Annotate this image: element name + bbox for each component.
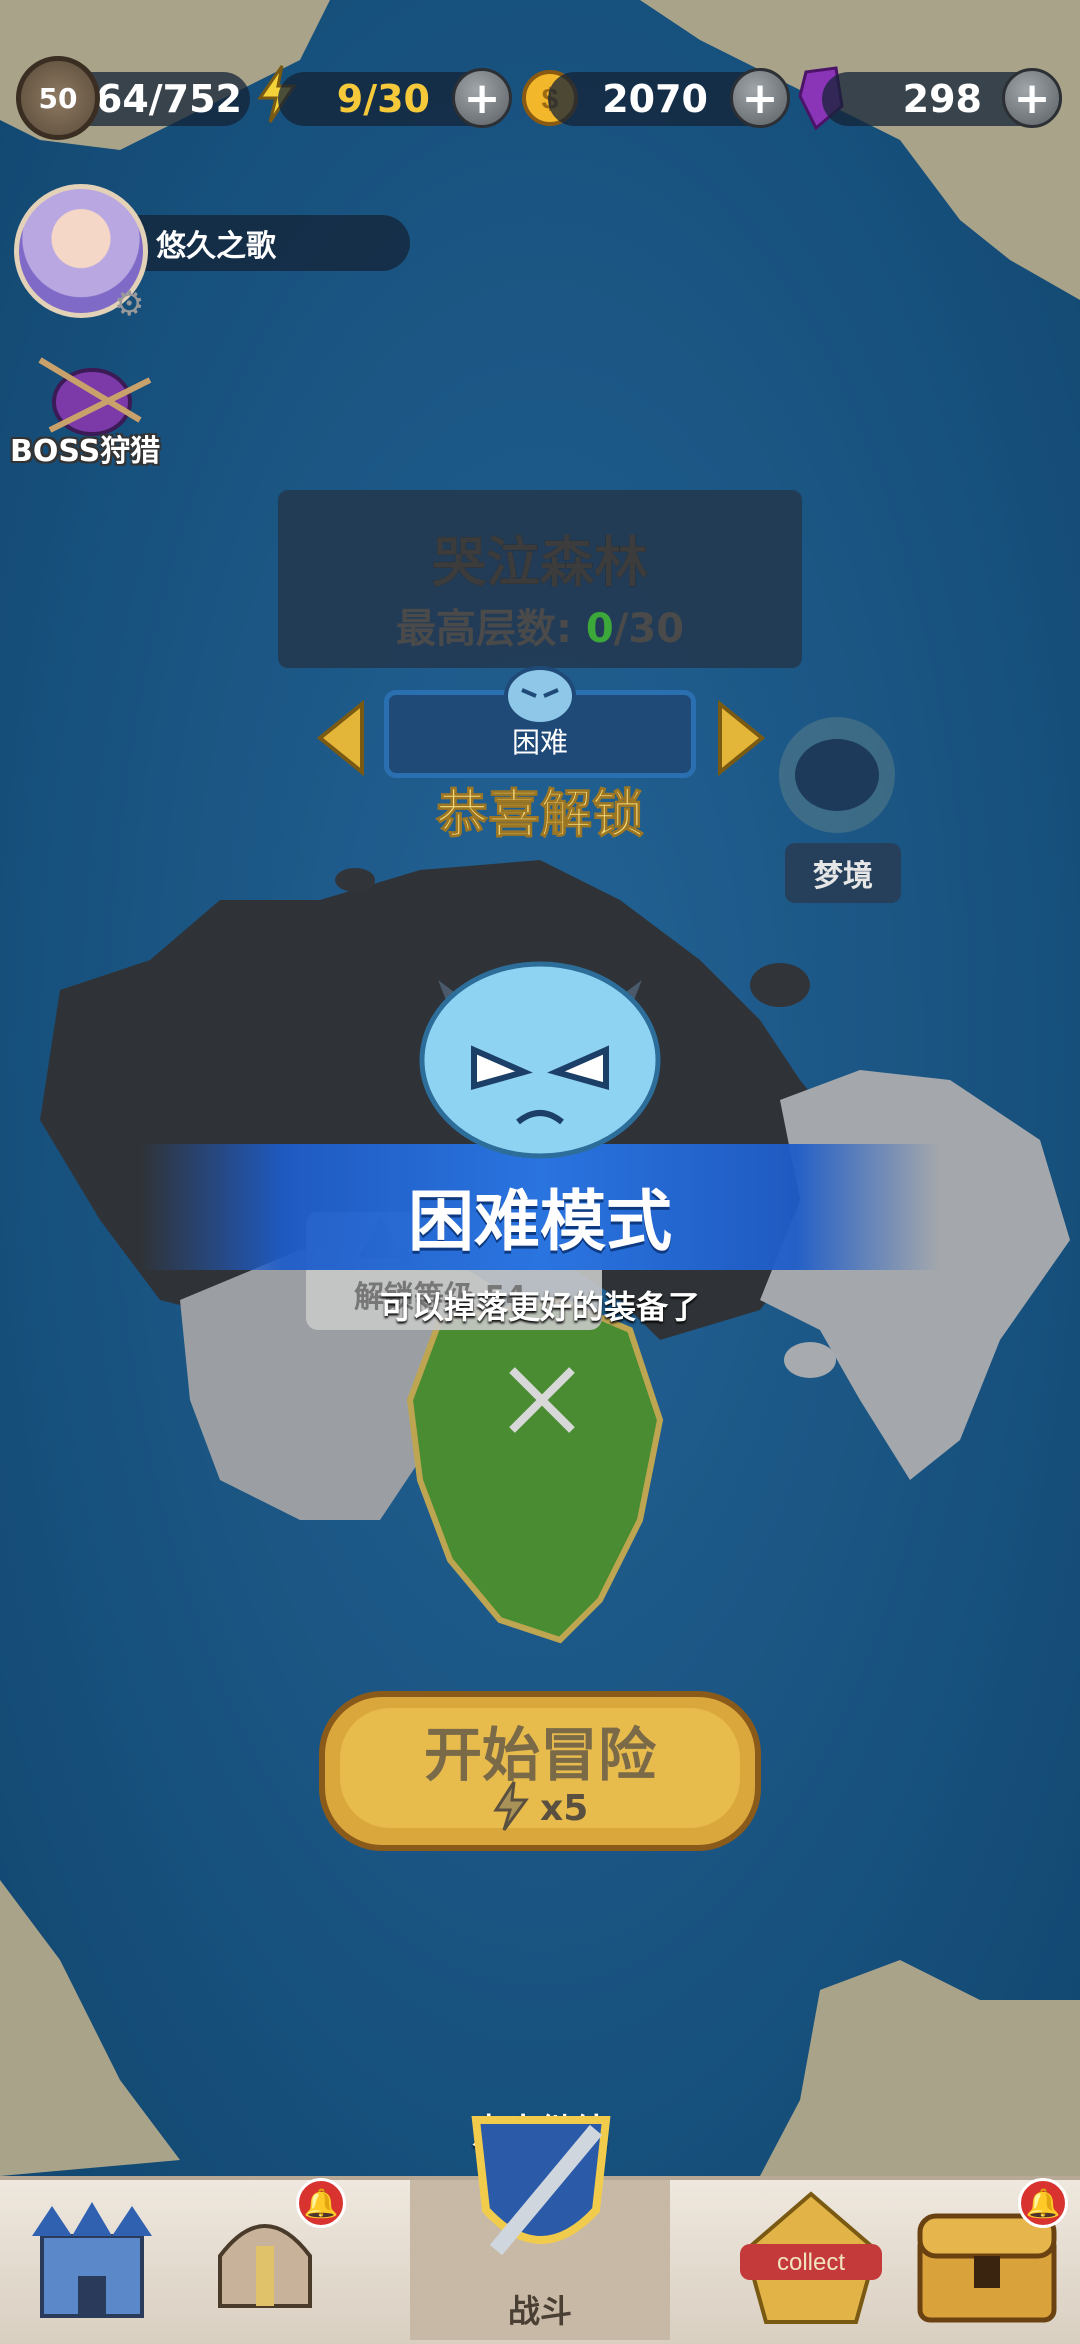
plus-glyph: + bbox=[463, 72, 501, 124]
boss-hunt-label[interactable]: BOSS狩猎 bbox=[10, 426, 160, 470]
unlock-congrats-text: 恭喜解锁 bbox=[435, 785, 644, 846]
gold-value: 2070 bbox=[602, 77, 708, 121]
start-adventure-label: 开始冒险 bbox=[423, 1721, 656, 1789]
energy-value: 9/30 bbox=[336, 77, 430, 121]
collect-label: collect bbox=[777, 2249, 845, 2276]
battle-shield-sword-icon[interactable] bbox=[446, 2090, 636, 2280]
chest-notification-badge: 🔔 bbox=[1018, 2178, 1068, 2228]
player-name-pill[interactable]: 悠久之歌 bbox=[110, 215, 410, 271]
stage-title-panel: 哭泣森林 最高层数: 0/30 bbox=[278, 490, 802, 668]
add-gems-button[interactable]: + bbox=[1002, 68, 1062, 128]
floor-current: 0 bbox=[585, 606, 614, 652]
dream-realm-label[interactable]: 梦境 bbox=[785, 843, 901, 903]
collect-trophy-icon[interactable]: collect bbox=[736, 2190, 886, 2330]
energy-cost-icon bbox=[493, 1781, 529, 1831]
mode-description: 可以掉落更好的装备了 bbox=[379, 1288, 700, 1326]
settings-gear-icon[interactable]: ⚙ bbox=[114, 286, 150, 322]
dream-realm-icon[interactable] bbox=[772, 710, 902, 840]
helmet-notification-badge: 🔔 bbox=[296, 2178, 346, 2228]
player-level: 50 bbox=[38, 81, 78, 115]
player-level-badge: 50 bbox=[16, 56, 100, 140]
plus-glyph: + bbox=[1013, 72, 1051, 124]
mode-title: 困难模式 bbox=[408, 1183, 672, 1260]
next-difficulty-arrow-icon[interactable] bbox=[716, 700, 766, 776]
difficulty-label: 困难 bbox=[511, 726, 568, 759]
max-floor: 最高层数: 0/30 bbox=[278, 596, 802, 654]
add-gold-button[interactable]: + bbox=[730, 68, 790, 128]
gem-value: 298 bbox=[902, 77, 982, 121]
crossed-swords-icon[interactable] bbox=[504, 1362, 580, 1438]
battle-tab-label: 战斗 bbox=[507, 2292, 572, 2330]
max-floor-label: 最高层数: bbox=[395, 606, 572, 652]
stage-name: 哭泣森林 bbox=[432, 531, 648, 594]
angry-slime-icon bbox=[419, 961, 661, 1159]
floor-total: /30 bbox=[613, 606, 685, 652]
hard-mode-slime-icon bbox=[504, 666, 576, 726]
plus-glyph: + bbox=[741, 72, 779, 124]
add-energy-button[interactable]: + bbox=[452, 68, 512, 128]
player-name: 悠久之歌 bbox=[156, 229, 276, 264]
castle-icon[interactable] bbox=[22, 2196, 162, 2322]
prev-difficulty-arrow-icon[interactable] bbox=[316, 700, 366, 776]
energy-cost: x5 bbox=[540, 1788, 589, 1829]
